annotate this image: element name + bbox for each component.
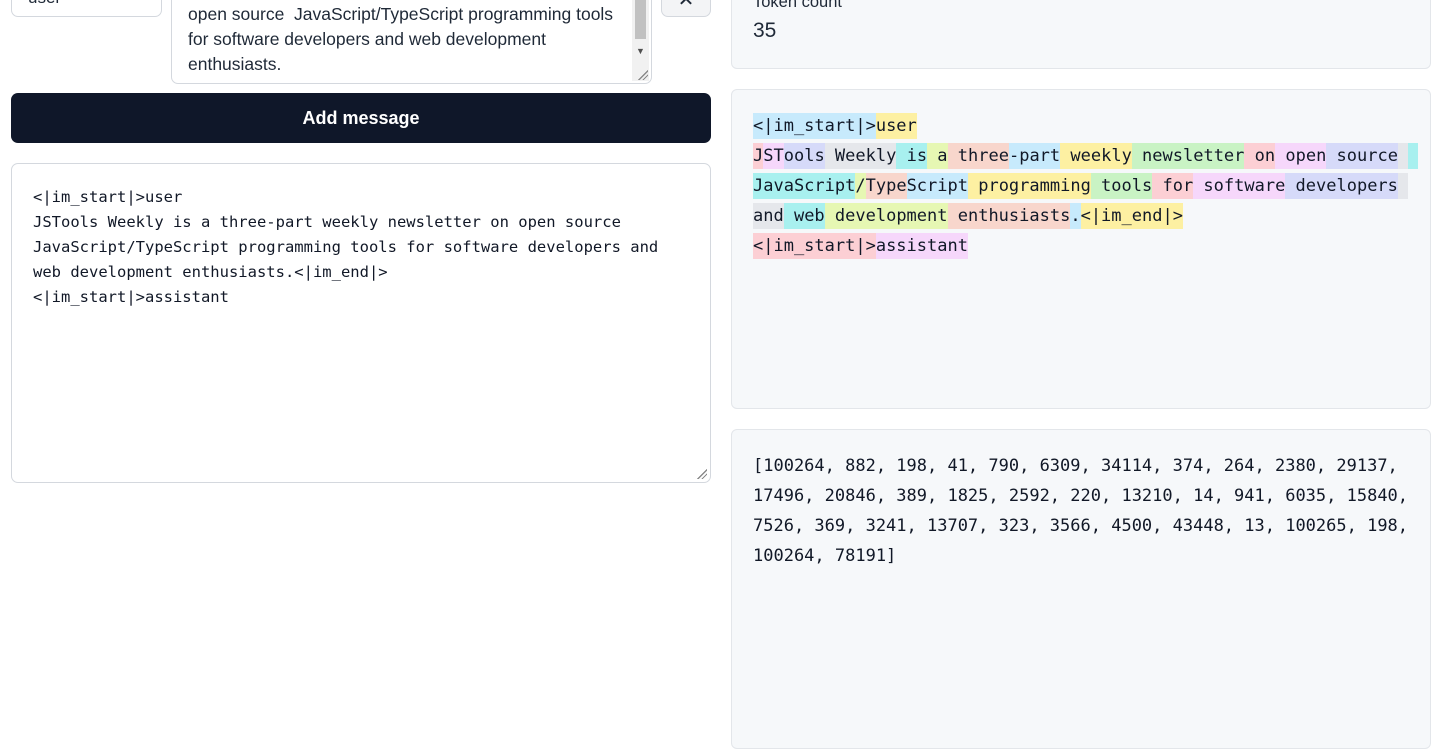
token-chip: . <box>1070 203 1081 229</box>
prompt-editor[interactable]: <|im_start|>user JSTools Weekly is a thr… <box>11 163 711 483</box>
token-chip: development <box>824 203 948 229</box>
token-chip: ools <box>783 143 825 169</box>
role-select-value: user <box>28 0 61 8</box>
scrollbar-thumb[interactable] <box>635 0 646 39</box>
token-chip: on <box>1244 143 1276 169</box>
close-icon: ✕ <box>677 0 695 11</box>
token-chip: -part <box>1008 143 1061 169</box>
token-chip: ST <box>763 143 784 169</box>
token-chip: Weekly <box>824 143 897 169</box>
token-count-value: 35 <box>753 19 777 42</box>
token-chip: source <box>1326 143 1398 169</box>
token-visualization-panel: <|im_start|>user JSTools Weekly is a thr… <box>731 89 1431 409</box>
message-content-text: open source JavaScript/TypeScript progra… <box>188 4 618 74</box>
token-chip: web <box>783 203 825 229</box>
token-chip: developers <box>1285 173 1398 199</box>
token-ids-panel: [100264, 882, 198, 41, 790, 6309, 34114,… <box>731 429 1431 749</box>
token-chip: is <box>896 143 928 169</box>
token-chip: programming <box>967 173 1091 199</box>
token-chip: <|im_end|> <box>1080 203 1183 229</box>
token-chip: enthusiasts <box>947 203 1071 229</box>
token-chip: a <box>927 143 948 169</box>
resize-grip-icon[interactable] <box>638 70 648 80</box>
add-message-button[interactable]: Add message <box>11 93 711 143</box>
token-chip: / <box>855 173 866 199</box>
token-chip: J <box>753 143 764 169</box>
token-chip <box>1397 143 1409 169</box>
token-count-panel: Token count 35 <box>731 0 1431 69</box>
token-count-label: Token count <box>753 0 842 11</box>
remove-message-button[interactable]: ✕ <box>661 0 711 17</box>
token-chip: three <box>947 143 1009 169</box>
token-chip: for <box>1152 173 1194 199</box>
token-chip: newsletter <box>1131 143 1245 169</box>
resize-grip-icon[interactable] <box>697 469 707 479</box>
role-select[interactable]: user <box>11 0 162 17</box>
add-message-label: Add message <box>302 107 420 128</box>
token-chip: open <box>1275 143 1327 169</box>
token-chip: <|im_start|> <box>753 233 876 259</box>
token-chip: software <box>1193 173 1286 199</box>
scroll-down-arrow-icon[interactable]: ▼ <box>632 43 649 59</box>
token-chip: Script <box>906 173 968 199</box>
token-chip: Type <box>865 173 907 199</box>
token-chip: user <box>875 113 917 139</box>
token-chip: weekly <box>1060 143 1132 169</box>
token-chip: <|im_start|> <box>753 113 876 139</box>
token-visualization: <|im_start|>user JSTools Weekly is a thr… <box>753 111 1419 261</box>
token-chip: tools <box>1090 173 1153 199</box>
textarea-scrollbar[interactable]: ▼ <box>632 0 649 81</box>
prompt-text: <|im_start|>user JSTools Weekly is a thr… <box>33 188 659 306</box>
message-content-textarea[interactable]: open source JavaScript/TypeScript progra… <box>171 0 652 84</box>
token-chip: assistant <box>875 233 968 259</box>
token-ids-text: [100264, 882, 198, 41, 790, 6309, 34114,… <box>753 456 1419 566</box>
